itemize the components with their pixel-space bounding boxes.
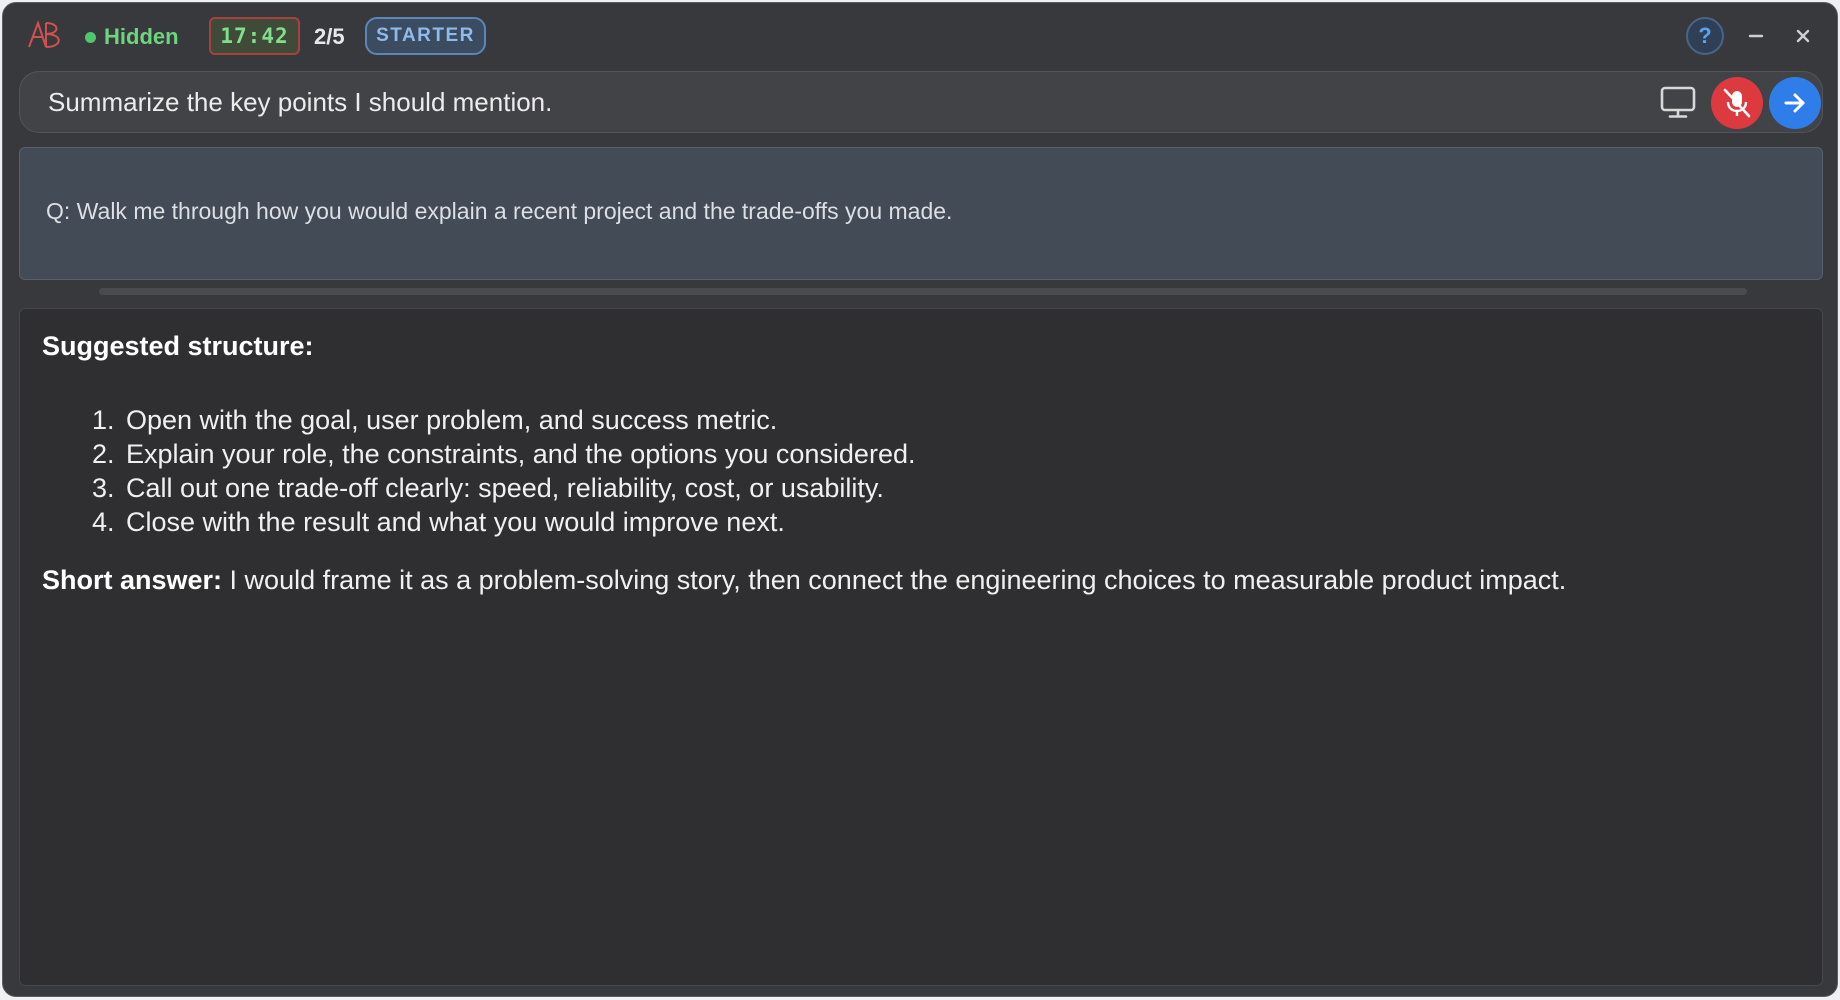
horizontal-scrollbar[interactable] bbox=[99, 288, 1747, 295]
close-icon bbox=[1796, 29, 1810, 43]
prompt-input[interactable] bbox=[48, 82, 1648, 122]
arrow-right-icon bbox=[1784, 93, 1805, 113]
prompt-bar bbox=[19, 71, 1823, 133]
status-dot-icon bbox=[85, 31, 96, 43]
session-timer: 17:42 bbox=[209, 17, 300, 55]
help-button[interactable]: ? bbox=[1686, 17, 1724, 55]
status-label: Hidden bbox=[104, 24, 179, 49]
suggested-steps-list: Open with the goal, user problem, and su… bbox=[42, 403, 1800, 539]
screen-share-button[interactable] bbox=[1656, 80, 1700, 124]
question-counter: 2/5 bbox=[314, 24, 345, 49]
minimize-button[interactable] bbox=[1741, 19, 1771, 53]
help-icon: ? bbox=[1698, 23, 1712, 48]
short-answer-text: I would frame it as a problem-solving st… bbox=[222, 565, 1567, 595]
microphone-toggle[interactable] bbox=[1711, 77, 1763, 129]
question-card: Q: Walk me through how you would explain… bbox=[19, 147, 1823, 280]
question-text: Q: Walk me through how you would explain… bbox=[46, 198, 953, 224]
list-item: Call out one trade-off clearly: speed, r… bbox=[122, 471, 1800, 505]
list-item: Close with the result and what you would… bbox=[122, 505, 1800, 539]
list-item: Explain your role, the constraints, and … bbox=[122, 437, 1800, 471]
title-bar: Hidden 17:42 2/5 STARTER ? bbox=[3, 3, 1837, 69]
answer-panel: Suggested structure: Open with the goal,… bbox=[19, 308, 1823, 986]
monitor-icon bbox=[1660, 86, 1696, 118]
mic-off-icon bbox=[1723, 88, 1751, 118]
visibility-status: Hidden bbox=[85, 23, 179, 51]
minimize-icon bbox=[1748, 34, 1764, 38]
list-item: Open with the goal, user problem, and su… bbox=[122, 403, 1800, 437]
send-button[interactable] bbox=[1769, 77, 1821, 129]
ab-logo-icon bbox=[27, 17, 65, 53]
plan-badge: STARTER bbox=[365, 17, 486, 55]
short-answer: Short answer: I would frame it as a prob… bbox=[42, 563, 1800, 597]
short-answer-label: Short answer: bbox=[42, 565, 223, 595]
assistant-window: Hidden 17:42 2/5 STARTER ? Summarize the… bbox=[2, 2, 1838, 997]
close-button[interactable] bbox=[1788, 19, 1818, 53]
answer-heading: Suggested structure: bbox=[42, 331, 314, 361]
